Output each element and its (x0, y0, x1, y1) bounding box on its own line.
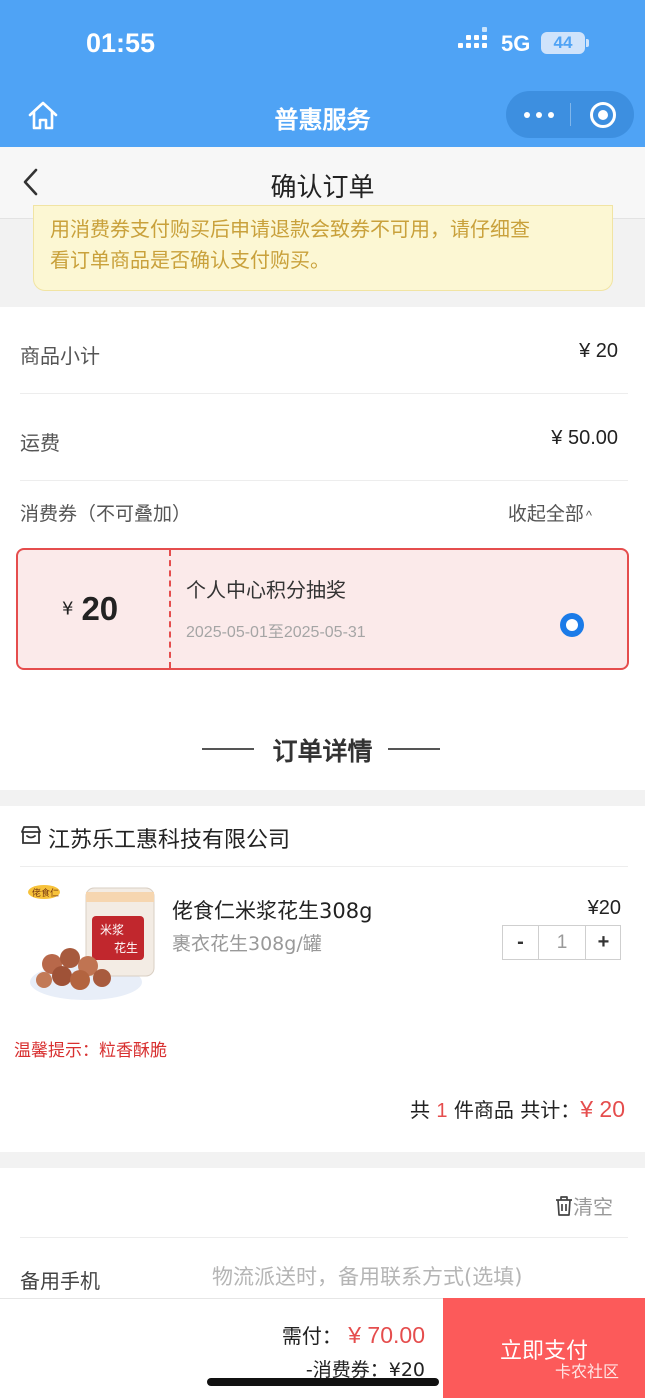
due-value: ¥ 70.00 (348, 1322, 425, 1348)
coupon-radio-selected[interactable] (560, 613, 584, 637)
collapse-all-label: 收起全部 (507, 504, 584, 525)
backup-phone-label: 备用手机 (20, 1269, 100, 1293)
coupon-validity: 2025-05-01至2025-05-31 (186, 624, 366, 641)
watermark: 卡农社区 (555, 1362, 620, 1381)
product-image-label-top: 米浆 (100, 922, 124, 937)
network-type: 5G (501, 31, 531, 56)
capsule-menu (506, 91, 634, 138)
capsule-divider (570, 103, 571, 126)
divider (20, 866, 628, 867)
brand-logo-text: 佬食仁 (32, 887, 59, 899)
signal-icon (458, 27, 492, 54)
shipping-value: ¥ 50.00 (551, 427, 618, 449)
chevron-up-icon: ^ (585, 508, 592, 523)
more-icon[interactable] (524, 112, 554, 118)
product-name[interactable]: 佬食仁米浆花生308g (172, 895, 372, 925)
order-summary: 共 1 件商品 共计：¥ 20 (410, 1094, 625, 1123)
increase-button[interactable]: + (585, 926, 621, 959)
summary-count: 1 (436, 1100, 448, 1122)
product-image-label-bottom: 花生 (114, 940, 138, 955)
due-label: 需付： (281, 1324, 342, 1348)
quantity-value[interactable]: 1 (539, 926, 585, 959)
coupon-currency: ¥ (62, 598, 74, 620)
nav-bar: 普惠服务 (0, 90, 645, 147)
backup-phone-input[interactable] (212, 1260, 612, 1294)
close-miniprogram-icon[interactable] (590, 102, 616, 128)
clear-button[interactable]: 清空 (555, 1191, 613, 1220)
shop-icon (21, 826, 41, 844)
divider (20, 1237, 628, 1238)
home-indicator[interactable] (207, 1378, 439, 1386)
coupon-card[interactable]: ¥20 个人中心积分抽奖 2025-05-01至2025-05-31 (16, 548, 629, 670)
order-details-title: 订单详情 (272, 737, 373, 766)
summary-total: ¥ 20 (580, 1096, 625, 1122)
decrease-button[interactable]: - (503, 926, 539, 959)
subtotal-value: ¥ 20 (579, 340, 618, 362)
subtotal-label: 商品小计 (20, 344, 100, 368)
battery-icon: 44 (541, 32, 585, 54)
product-image[interactable]: 米浆 花生 佬食仁 (22, 882, 158, 1012)
refund-notice: 用消费券支付购买后申请退款会致券不可用，请仔细查 看订单商品是否确认支付购买。 (33, 205, 613, 291)
quantity-stepper: - 1 + (502, 925, 621, 960)
trash-icon (556, 1196, 572, 1216)
product-price: ¥20 (587, 897, 621, 919)
summary-prefix: 共 (410, 1098, 431, 1122)
clear-label: 清空 (573, 1195, 613, 1219)
amount-due: 需付： ¥ 70.00 (282, 1320, 425, 1349)
product-tip: 温馨提示：粒香酥脆 (14, 1041, 167, 1061)
summary-mid: 件商品 共计： (453, 1098, 581, 1122)
collapse-all-button[interactable]: 收起全部 ^ (508, 499, 592, 526)
shop-name: 江苏乐工惠科技有限公司 (48, 828, 291, 853)
coupon-amount: ¥20 (62, 590, 118, 628)
notice-line-1: 用消费券支付购买后申请退款会致券不可用，请仔细查 (50, 217, 530, 241)
coupon-dashed-divider (169, 550, 171, 668)
status-bar: 01:55 5G 44 (0, 0, 645, 90)
divider (20, 393, 628, 394)
pay-now-button[interactable]: 立即支付 (443, 1298, 645, 1398)
coupon-name: 个人中心积分抽奖 (186, 578, 346, 602)
divider (20, 480, 628, 481)
notice-line-2: 看订单商品是否确认支付购买。 (50, 248, 330, 272)
product-spec: 裹衣花生308g/罐 (172, 933, 322, 955)
shipping-label: 运费 (20, 431, 60, 455)
page-title: 确认订单 (270, 173, 375, 203)
title-line-right (388, 748, 440, 750)
status-time: 01:55 (86, 28, 156, 58)
battery-tip (586, 39, 589, 47)
coupon-value: 20 (81, 590, 119, 627)
coupon-label: 消费券（不可叠加） (20, 503, 192, 525)
